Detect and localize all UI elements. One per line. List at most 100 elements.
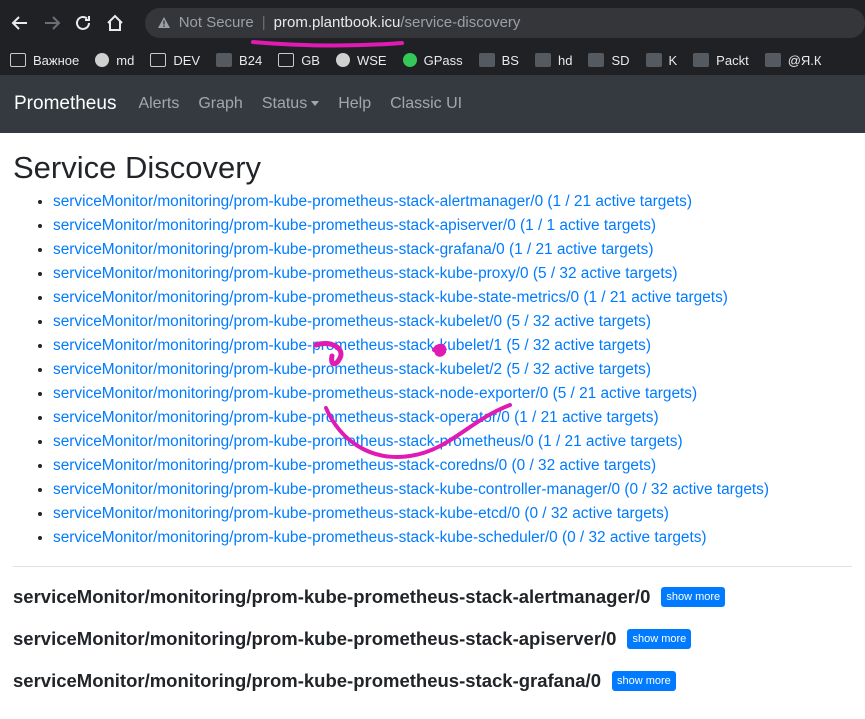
bookmark-label: Packt <box>716 52 749 68</box>
bookmark-item[interactable]: B24 <box>216 53 262 68</box>
target-link[interactable]: serviceMonitor/monitoring/prom-kube-prom… <box>53 457 656 474</box>
section-title: serviceMonitor/monitoring/prom-kube-prom… <box>13 628 617 649</box>
target-name: serviceMonitor/monitoring/prom-kube-prom… <box>53 337 503 354</box>
app-navbar: Prometheus Alerts Graph Status Help Clas… <box>0 75 865 133</box>
target-list-item: serviceMonitor/monitoring/prom-kube-prom… <box>53 214 852 238</box>
caret-down-icon <box>311 101 320 107</box>
b24-icon <box>216 53 233 67</box>
target-list-item: serviceMonitor/monitoring/prom-kube-prom… <box>53 358 852 382</box>
home-button[interactable] <box>103 11 127 35</box>
target-list-item: serviceMonitor/monitoring/prom-kube-prom… <box>53 262 852 286</box>
target-link[interactable]: serviceMonitor/monitoring/prom-kube-prom… <box>53 265 677 282</box>
nav-graph[interactable]: Graph <box>198 95 242 113</box>
bookmark-label: BS <box>501 52 519 68</box>
bookmark-item[interactable]: hd <box>534 53 572 68</box>
bookmark-label: GPass <box>423 52 463 68</box>
url-host: prom.plantbook.icu <box>273 14 401 31</box>
show-more-button[interactable]: show more <box>661 587 726 607</box>
target-count: (5 / 32 active targets) <box>506 313 651 330</box>
reload-button[interactable] <box>71 11 95 35</box>
nav-status-label: Status <box>261 95 308 112</box>
target-link[interactable]: serviceMonitor/monitoring/prom-kube-prom… <box>53 193 692 210</box>
target-list-item: serviceMonitor/monitoring/prom-kube-prom… <box>53 406 852 430</box>
target-count: (1 / 21 active targets) <box>508 241 654 258</box>
brand-link[interactable]: Prometheus <box>14 93 116 115</box>
target-name: serviceMonitor/monitoring/prom-kube-prom… <box>53 265 529 282</box>
target-name: serviceMonitor/monitoring/prom-kube-prom… <box>53 361 503 378</box>
target-count: (1 / 21 active targets) <box>583 289 728 306</box>
target-name: serviceMonitor/monitoring/prom-kube-prom… <box>53 529 558 546</box>
section-title: serviceMonitor/monitoring/prom-kube-prom… <box>13 670 601 691</box>
security-label: Not Secure <box>178 14 254 31</box>
target-link[interactable]: serviceMonitor/monitoring/prom-kube-prom… <box>53 337 651 354</box>
target-link[interactable]: serviceMonitor/monitoring/prom-kube-prom… <box>53 433 683 450</box>
bookmark-label: SD <box>611 52 630 68</box>
bookmark-label: DEV <box>173 52 201 68</box>
flag-icon <box>764 53 781 67</box>
target-link[interactable]: serviceMonitor/monitoring/prom-kube-prom… <box>53 289 728 306</box>
bookmark-item[interactable]: K <box>645 52 678 68</box>
target-link[interactable]: serviceMonitor/monitoring/prom-kube-prom… <box>53 217 656 234</box>
target-name: serviceMonitor/monitoring/prom-kube-prom… <box>53 241 505 258</box>
globe-icon <box>95 53 110 67</box>
bookmark-item[interactable]: Важное <box>10 53 79 68</box>
section-list: serviceMonitor/monitoring/prom-kube-prom… <box>13 585 852 693</box>
target-link[interactable]: serviceMonitor/monitoring/prom-kube-prom… <box>53 313 651 330</box>
target-count: (5 / 32 active targets) <box>532 265 678 282</box>
reload-icon <box>76 15 91 30</box>
section-header: serviceMonitor/monitoring/prom-kube-prom… <box>13 585 852 609</box>
target-list-item: serviceMonitor/monitoring/prom-kube-prom… <box>53 286 852 310</box>
target-link[interactable]: serviceMonitor/monitoring/prom-kube-prom… <box>53 409 659 426</box>
target-link[interactable]: serviceMonitor/monitoring/prom-kube-prom… <box>53 505 669 522</box>
target-name: serviceMonitor/monitoring/prom-kube-prom… <box>53 313 503 330</box>
address-bar[interactable]: Not Secure | prom.plantbook.icu/service-… <box>144 7 865 38</box>
nav-help[interactable]: Help <box>338 95 371 113</box>
nav-classic-ui[interactable]: Classic UI <box>390 95 462 113</box>
bookmarks-bar: Важное md DEV B24 GB WSE GPass BS hd SD K Packt @Я.К <box>0 45 865 75</box>
target-link[interactable]: serviceMonitor/monitoring/prom-kube-prom… <box>53 241 654 258</box>
bookmark-item[interactable]: @Я.К <box>764 53 821 68</box>
target-count: (1 / 21 active targets) <box>547 193 692 210</box>
target-count: (1 / 1 active targets) <box>520 217 657 234</box>
bookmark-item[interactable]: Packt <box>693 53 749 68</box>
target-list-item: serviceMonitor/monitoring/prom-kube-prom… <box>53 478 852 502</box>
target-name: serviceMonitor/monitoring/prom-kube-prom… <box>53 481 621 498</box>
nav-status[interactable]: Status <box>261 95 320 113</box>
bookmark-item[interactable]: WSE <box>335 53 387 68</box>
target-name: serviceMonitor/monitoring/prom-kube-prom… <box>53 193 544 210</box>
target-link[interactable]: serviceMonitor/monitoring/prom-kube-prom… <box>53 385 697 402</box>
target-count: (0 / 32 active targets) <box>511 457 657 474</box>
target-count: (0 / 32 active targets) <box>561 529 707 546</box>
nav-alerts[interactable]: Alerts <box>138 95 179 113</box>
folder-icon <box>278 53 295 67</box>
bookmark-item[interactable]: SD <box>588 52 630 68</box>
target-link[interactable]: serviceMonitor/monitoring/prom-kube-prom… <box>53 481 769 498</box>
bookmark-item[interactable]: DEV <box>150 53 200 68</box>
target-link[interactable]: serviceMonitor/monitoring/prom-kube-prom… <box>53 529 707 546</box>
bookmark-item[interactable]: GB <box>278 53 320 68</box>
bookmark-item[interactable]: GPass <box>402 52 463 68</box>
check-icon <box>534 53 551 67</box>
target-count: (5 / 21 active targets) <box>552 385 698 402</box>
browser-chrome: Not Secure | prom.plantbook.icu/service-… <box>0 0 865 75</box>
packt-icon <box>693 53 710 67</box>
section-title: serviceMonitor/monitoring/prom-kube-prom… <box>13 586 651 607</box>
back-arrow-icon <box>11 15 27 30</box>
divider <box>13 566 852 567</box>
bookmark-label: K <box>668 52 678 68</box>
target-link[interactable]: serviceMonitor/monitoring/prom-kube-prom… <box>53 361 651 378</box>
bookmark-item[interactable]: BS <box>478 52 519 68</box>
forward-button[interactable] <box>40 11 64 35</box>
show-more-button[interactable]: show more <box>627 629 692 649</box>
green-dot-icon <box>402 53 417 67</box>
target-count: (5 / 32 active targets) <box>506 361 651 378</box>
back-button[interactable] <box>8 11 32 35</box>
show-more-button[interactable]: show more <box>612 671 676 691</box>
main-content: Service Discovery serviceMonitor/monitor… <box>0 150 865 693</box>
bookmark-label: B24 <box>239 52 263 68</box>
target-count: (0 / 32 active targets) <box>624 481 769 498</box>
bookmark-item[interactable]: md <box>95 53 134 68</box>
target-list-item: serviceMonitor/monitoring/prom-kube-prom… <box>53 238 852 262</box>
target-count: (1 / 21 active targets) <box>514 409 659 426</box>
target-list-item: serviceMonitor/monitoring/prom-kube-prom… <box>53 334 852 358</box>
